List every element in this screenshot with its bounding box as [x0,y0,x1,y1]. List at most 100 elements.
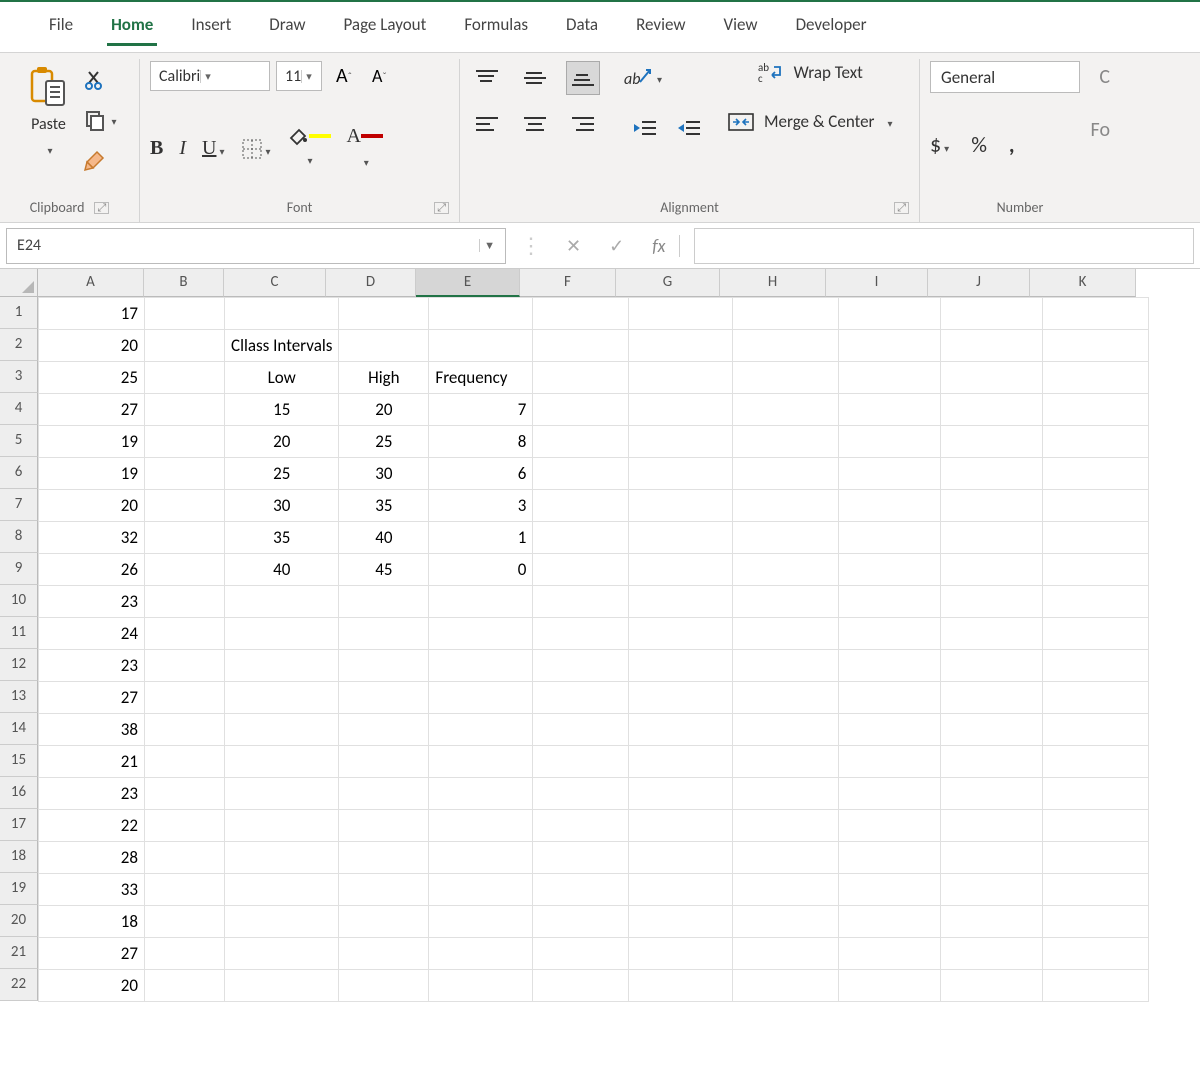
cell[interactable] [429,618,533,650]
font-name-select[interactable]: Calibri ▾ [150,61,270,91]
cell[interactable] [429,842,533,874]
row-header[interactable]: 6 [0,457,38,489]
row-header[interactable]: 17 [0,809,38,841]
cell[interactable]: 1 [429,522,533,554]
cell[interactable] [733,938,839,970]
cell[interactable] [145,618,225,650]
underline-button[interactable]: U [202,137,216,160]
cell[interactable] [225,746,339,778]
column-header[interactable]: E [416,269,520,297]
cell[interactable] [533,778,629,810]
tab-insert[interactable]: Insert [187,10,235,46]
cell[interactable] [533,426,629,458]
cell[interactable] [533,810,629,842]
cells-area[interactable]: 1720Cllass Intervals25LowHighFrequency27… [38,297,1149,1002]
cell[interactable] [941,490,1043,522]
increase-font-button[interactable]: Aˆ [336,64,352,88]
cell[interactable]: 6 [429,458,533,490]
enter-formula-button[interactable]: ✓ [599,235,634,257]
cell[interactable] [533,522,629,554]
cell[interactable] [629,714,733,746]
cell[interactable] [941,522,1043,554]
cell[interactable]: 24 [39,618,145,650]
cell[interactable] [145,842,225,874]
number-format-select[interactable]: General [930,61,1080,93]
cell[interactable] [429,810,533,842]
cell[interactable] [429,650,533,682]
cell[interactable] [839,906,941,938]
cell[interactable]: 7 [429,394,533,426]
merge-center-button[interactable]: Merge & Center [728,111,874,132]
cell[interactable]: Low [225,362,339,394]
row-header[interactable]: 11 [0,617,38,649]
row-header[interactable]: 9 [0,553,38,585]
cell[interactable]: Cllass Intervals [225,330,339,362]
cell[interactable] [145,330,225,362]
cell[interactable] [1043,362,1149,394]
cell[interactable] [1043,746,1149,778]
clipboard-dialog-launcher[interactable]: ⤢ [94,202,109,214]
cell[interactable] [145,458,225,490]
cell[interactable] [225,842,339,874]
align-top-button[interactable] [470,61,504,95]
cell[interactable] [733,714,839,746]
cell[interactable] [533,938,629,970]
cell[interactable] [339,874,429,906]
cell[interactable] [733,874,839,906]
cell[interactable]: 20 [339,394,429,426]
cell[interactable] [533,906,629,938]
wrap-text-button[interactable]: abc Wrap Text [728,61,893,83]
column-header[interactable]: K [1030,269,1136,297]
cell[interactable] [629,426,733,458]
cell[interactable] [1043,714,1149,746]
percent-button[interactable]: % [971,131,987,158]
cell[interactable] [339,298,429,330]
alignment-dialog-launcher[interactable]: ⤢ [894,202,909,214]
tab-pagelayout[interactable]: Page Layout [340,10,431,46]
cell[interactable] [839,970,941,1002]
cell[interactable]: 25 [225,458,339,490]
cell[interactable]: 28 [39,842,145,874]
cell[interactable] [533,714,629,746]
cell[interactable] [1043,330,1149,362]
row-header[interactable]: 3 [0,361,38,393]
align-right-button[interactable] [566,107,600,141]
cell[interactable] [429,298,533,330]
cell[interactable] [145,778,225,810]
cell[interactable]: 25 [39,362,145,394]
cell[interactable] [941,586,1043,618]
cell[interactable] [941,394,1043,426]
cell[interactable] [941,746,1043,778]
cell[interactable]: 45 [339,554,429,586]
cell[interactable] [145,426,225,458]
cell[interactable] [225,618,339,650]
cell[interactable]: 22 [39,810,145,842]
cell[interactable] [839,362,941,394]
cell[interactable]: 20 [39,970,145,1002]
cell[interactable]: 40 [339,522,429,554]
cell[interactable]: 0 [429,554,533,586]
underline-dropdown-icon[interactable] [216,137,224,161]
tab-data[interactable]: Data [562,10,602,46]
cell[interactable] [839,842,941,874]
row-header[interactable]: 15 [0,745,38,777]
cell[interactable]: 20 [39,330,145,362]
row-header[interactable]: 10 [0,585,38,617]
increase-indent-button[interactable] [676,118,702,138]
formula-input[interactable] [694,228,1194,264]
row-header[interactable]: 19 [0,873,38,905]
cell[interactable] [629,330,733,362]
cell[interactable] [629,362,733,394]
cell[interactable] [733,426,839,458]
cell[interactable] [839,714,941,746]
cell[interactable] [1043,586,1149,618]
italic-button[interactable]: I [179,137,186,160]
cell[interactable] [941,330,1043,362]
cell[interactable] [941,714,1043,746]
cell[interactable] [145,298,225,330]
cell[interactable] [941,554,1043,586]
row-header[interactable]: 8 [0,521,38,553]
merge-dropdown-icon[interactable] [884,111,892,132]
fill-color-button[interactable] [287,128,331,146]
cell[interactable] [733,298,839,330]
